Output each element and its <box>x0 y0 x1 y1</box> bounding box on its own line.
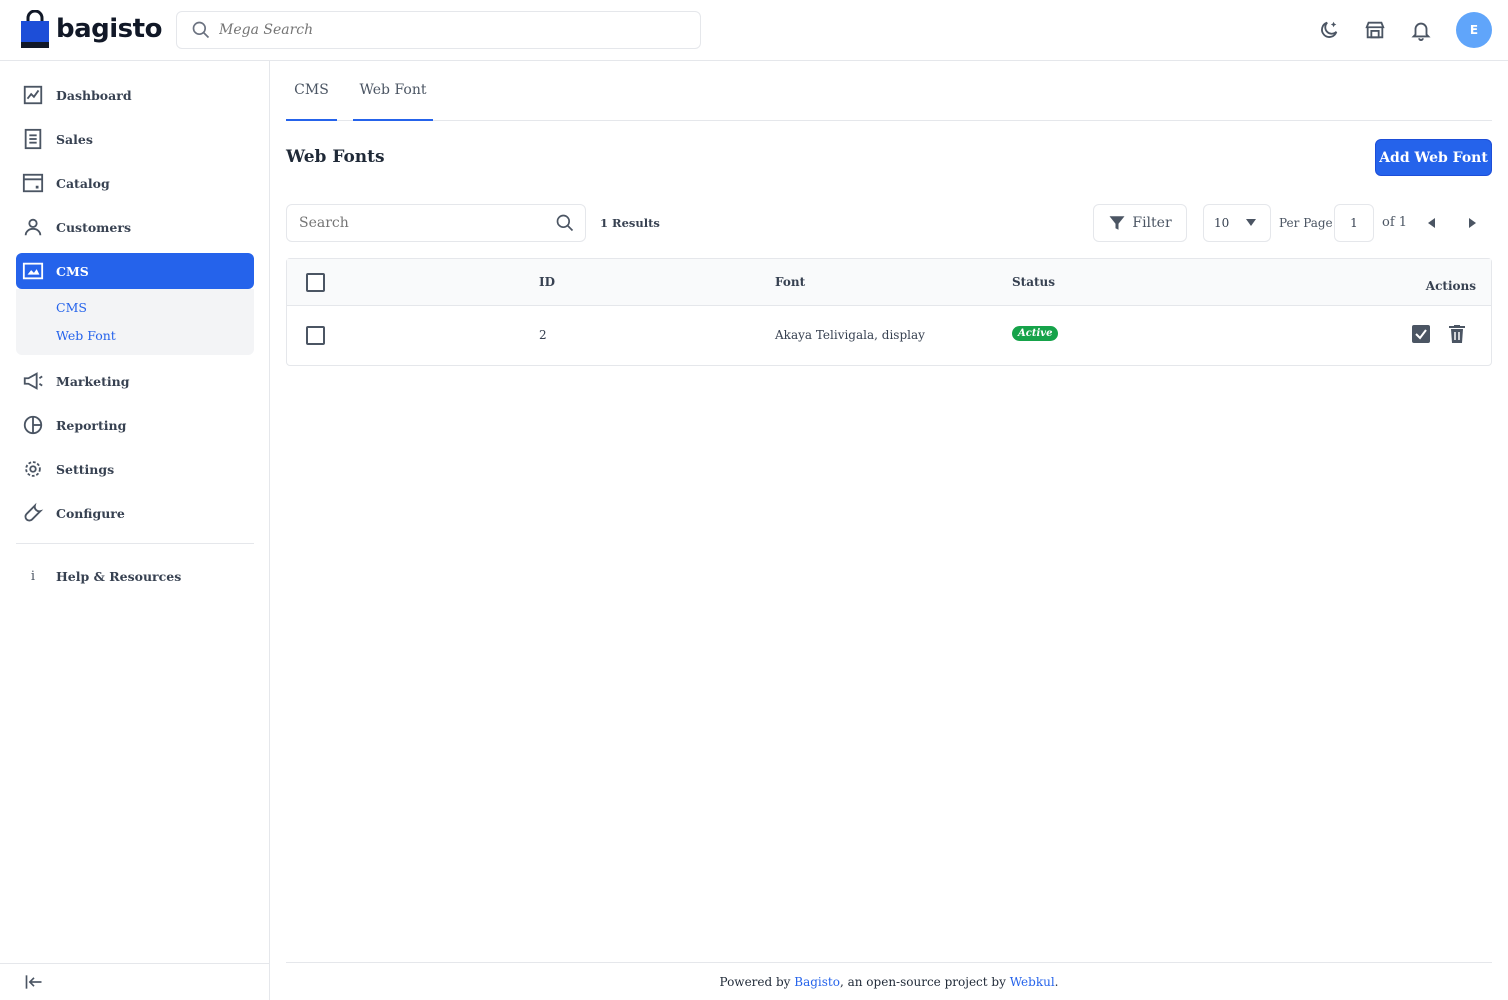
top-bar: bagisto E <box>0 0 1508 61</box>
filter-button[interactable]: Filter <box>1093 204 1187 242</box>
mega-search-input[interactable] <box>219 22 679 38</box>
header-status[interactable]: Status <box>1012 275 1055 289</box>
delete-button[interactable] <box>1447 324 1467 344</box>
current-page-input[interactable]: 1 <box>1334 204 1374 242</box>
cms-icon <box>22 262 44 280</box>
customers-icon <box>24 218 42 236</box>
total-pages-label: of 1 <box>1382 215 1408 230</box>
sidebar-item-dashboard[interactable]: Dashboard <box>16 73 254 117</box>
row-id: 2 <box>539 328 547 342</box>
sidebar-item-sales[interactable]: Sales <box>16 117 254 161</box>
caret-right-icon <box>1469 218 1476 228</box>
add-web-font-button[interactable]: Add Web Font <box>1375 139 1492 176</box>
caret-left-icon <box>1428 218 1435 228</box>
sidebar-item-label: Catalog <box>56 175 110 191</box>
next-page-button[interactable] <box>1462 212 1482 234</box>
dark-mode-icon[interactable] <box>1318 19 1340 41</box>
storefront-icon[interactable] <box>1364 19 1386 41</box>
webkul-link[interactable]: Webkul <box>1010 975 1055 989</box>
per-page-label: Per Page <box>1279 216 1333 230</box>
sidebar-item-settings[interactable]: Settings <box>16 447 254 491</box>
row-font: Akaya Telivigala, display <box>775 328 925 342</box>
footer-prefix: Powered by <box>719 974 795 989</box>
sidebar-item-label: CMS <box>56 263 89 279</box>
sidebar-nav: Dashboard Sales Catalog Customers CMS CM… <box>16 73 254 598</box>
brand-name: bagisto <box>56 14 162 44</box>
gear-icon <box>25 461 41 477</box>
sidebar-item-customers[interactable]: Customers <box>16 205 254 249</box>
sidebar-item-cms[interactable]: CMS <box>16 253 254 289</box>
datagrid-search[interactable] <box>286 204 586 242</box>
header-id[interactable]: ID <box>539 275 555 289</box>
footer: Powered by Bagisto , an open-source proj… <box>286 962 1492 1000</box>
sidebar: Dashboard Sales Catalog Customers CMS CM… <box>0 61 270 1000</box>
sales-icon <box>24 128 42 150</box>
catalog-icon <box>22 173 44 193</box>
footer-middle: , an open-source project by <box>839 974 1010 989</box>
page-title: Web Fonts <box>286 147 385 167</box>
sidebar-divider <box>16 543 254 544</box>
sidebar-collapse[interactable] <box>0 963 269 1000</box>
trash-icon <box>1449 325 1465 343</box>
tab-web-font[interactable]: Web Font <box>353 61 433 121</box>
notification-bell-icon[interactable] <box>1410 19 1432 41</box>
footer-suffix: . <box>1054 974 1059 989</box>
datagrid-toolbar: 1 Results Filter 10 Per Page 1 of 1 <box>286 204 1492 242</box>
edit-button[interactable] <box>1411 324 1431 344</box>
collapse-sidebar-icon <box>25 975 42 989</box>
row-checkbox[interactable] <box>306 326 325 345</box>
sidebar-item-label: Marketing <box>56 373 130 389</box>
brand-logo[interactable]: bagisto <box>20 10 162 48</box>
sidebar-item-label: Dashboard <box>56 87 132 103</box>
user-avatar[interactable]: E <box>1456 12 1492 48</box>
cms-submenu: CMS Web Font <box>16 289 254 355</box>
results-count: 1 Results <box>600 216 660 230</box>
sidebar-item-label: Reporting <box>56 417 127 433</box>
filter-icon <box>1109 216 1125 230</box>
header-actions: Actions <box>1425 279 1476 293</box>
status-badge: Active <box>1012 326 1059 341</box>
edit-checkbox-icon <box>1412 325 1430 343</box>
filter-label: Filter <box>1132 215 1172 231</box>
sidebar-item-label: Help & Resources <box>56 568 182 584</box>
per-page-value: 10 <box>1214 216 1230 230</box>
sidebar-item-catalog[interactable]: Catalog <box>16 161 254 205</box>
wrench-icon <box>24 502 44 522</box>
submenu-item-web-font[interactable]: Web Font <box>56 321 254 349</box>
main-content: CMS Web Font Web Fonts Add Web Font 1 Re… <box>286 61 1492 1000</box>
sidebar-item-label: Sales <box>56 131 93 147</box>
header-actions: E <box>1318 12 1492 48</box>
header-font[interactable]: Font <box>775 275 805 289</box>
tab-bar: CMS Web Font <box>286 61 1492 121</box>
search-icon <box>192 21 210 39</box>
web-fonts-table: ID Font Status Actions 2 Akaya Telivigal… <box>286 258 1492 366</box>
sidebar-item-label: Settings <box>56 461 115 477</box>
shopping-bag-icon <box>21 10 49 48</box>
sidebar-item-help[interactable]: i Help & Resources <box>16 554 254 598</box>
dashboard-icon <box>23 85 43 105</box>
sidebar-item-configure[interactable]: Configure <box>16 491 254 535</box>
table-header: ID Font Status Actions <box>287 259 1491 306</box>
per-page-select[interactable]: 10 <box>1203 204 1271 242</box>
submenu-item-cms[interactable]: CMS <box>56 293 254 321</box>
caret-down-icon <box>1246 219 1256 226</box>
tab-cms[interactable]: CMS <box>286 61 337 121</box>
info-icon: i <box>30 568 36 584</box>
datagrid-search-input[interactable] <box>299 215 555 231</box>
pie-chart-icon <box>23 415 43 435</box>
megaphone-icon <box>23 372 43 390</box>
mega-search-bar[interactable] <box>176 11 701 49</box>
previous-page-button[interactable] <box>1422 212 1442 234</box>
sidebar-item-label: Customers <box>56 219 131 235</box>
search-icon <box>556 214 574 232</box>
bagisto-link[interactable]: Bagisto <box>794 975 840 989</box>
table-row: 2 Akaya Telivigala, display Active <box>287 306 1491 365</box>
sidebar-item-reporting[interactable]: Reporting <box>16 403 254 447</box>
sidebar-item-marketing[interactable]: Marketing <box>16 359 254 403</box>
sidebar-item-label: Configure <box>56 505 125 521</box>
select-all-checkbox[interactable] <box>306 273 325 292</box>
